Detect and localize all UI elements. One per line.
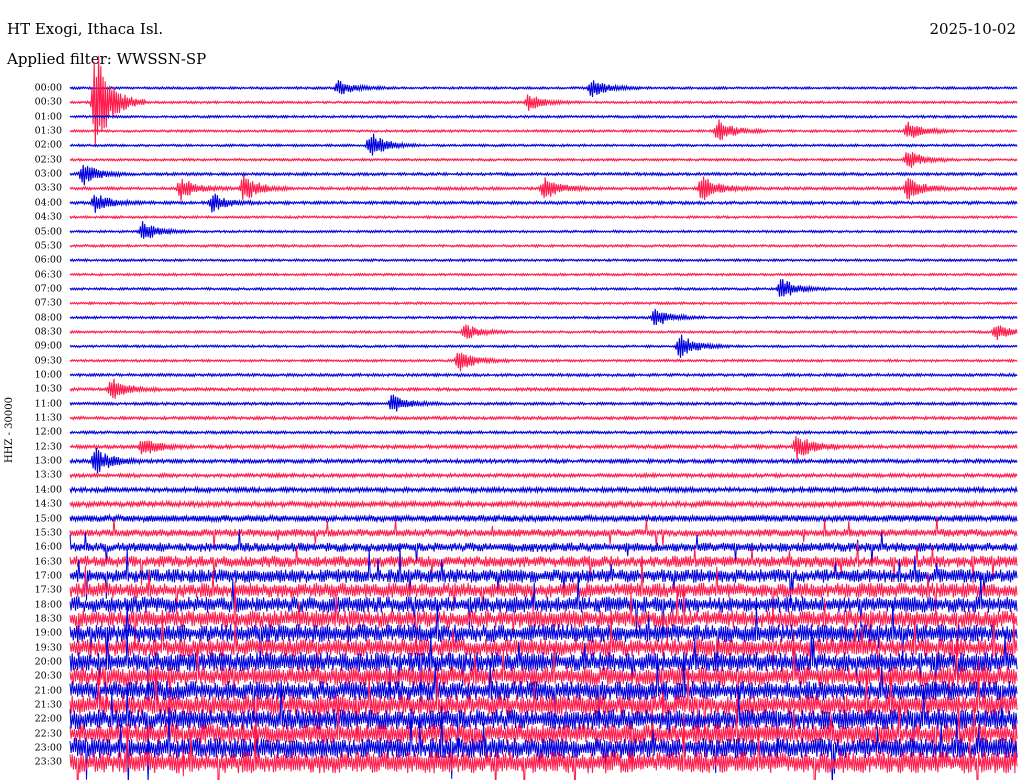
- helicorder-page: HT Exogi, Ithaca Isl. 2025-10-02 Applied…: [0, 0, 1024, 780]
- helicorder-plot: [69, 55, 1018, 780]
- trace-line: [69, 334, 1018, 358]
- trace-line: [69, 257, 1018, 263]
- trace-line: [69, 513, 1018, 524]
- trace-line: [69, 372, 1018, 378]
- trace-line: [69, 80, 1018, 98]
- trace-line: [69, 471, 1018, 480]
- trace-line: [69, 447, 1018, 474]
- trace-line: [69, 429, 1018, 436]
- trace-line: [69, 55, 1018, 148]
- trace-line: [69, 243, 1018, 249]
- trace-line: [69, 324, 1018, 341]
- trace-line: [69, 279, 1018, 297]
- trace-line: [69, 272, 1018, 277]
- trace-line: [69, 119, 1018, 141]
- trace-line: [69, 221, 1018, 239]
- trace-line: [69, 394, 1018, 412]
- trace-line: [69, 378, 1018, 399]
- trace-line: [69, 352, 1018, 372]
- trace-line: [69, 557, 1018, 624]
- trace-line: [69, 133, 1018, 156]
- trace-line: [69, 436, 1018, 460]
- trace-line: [69, 499, 1018, 509]
- trace-line: [69, 308, 1018, 326]
- trace-line: [69, 300, 1018, 306]
- trace-line: [69, 164, 1018, 186]
- trace-line: [69, 175, 1018, 201]
- trace-line: [69, 214, 1018, 220]
- trace-line: [69, 485, 1018, 495]
- trace-line: [69, 152, 1018, 168]
- trace-line: [69, 415, 1018, 422]
- trace-line: [69, 114, 1018, 120]
